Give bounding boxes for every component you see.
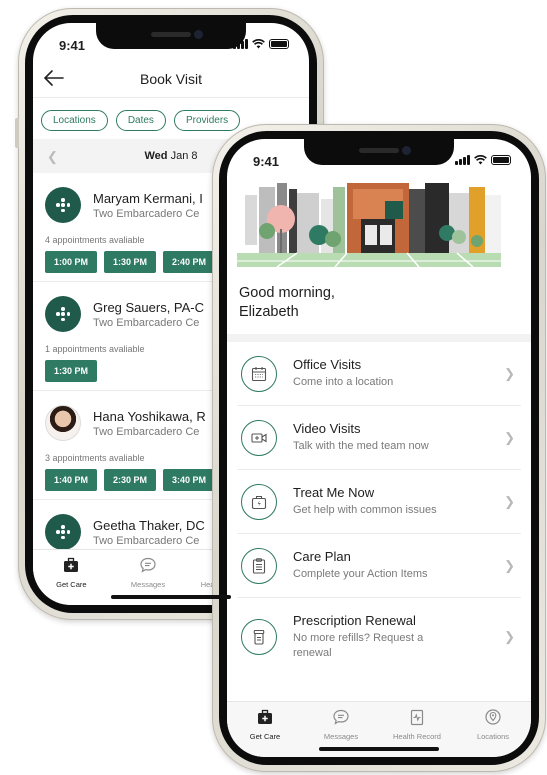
chevron-right-icon: ❯ <box>504 557 515 573</box>
greeting: Good morning, Elizabeth <box>227 278 531 334</box>
signal-icon <box>455 155 470 165</box>
provider-name: Hana Yoshikawa, R <box>93 408 206 424</box>
chevron-right-icon: ❯ <box>504 629 515 644</box>
battery-icon <box>269 39 289 49</box>
menu-item-office-visits[interactable]: Office Visits Come into a location ❯ <box>237 342 521 406</box>
video-icon <box>251 432 267 443</box>
menu-item-subtitle: Complete your Action Items <box>293 568 428 580</box>
provider-location: Two Embarcadero Ce <box>93 425 200 438</box>
nav-header: Book Visit <box>33 63 309 97</box>
time-slot-button[interactable]: 1:00 PM <box>45 251 97 273</box>
filter-chip-locations[interactable]: Locations <box>41 110 108 131</box>
city-illustration <box>237 183 501 268</box>
tab-label: Locations <box>476 732 510 741</box>
status-icons <box>455 155 511 165</box>
phone-home: 9:41 Good morning, Elizabeth Office Visi… <box>212 124 546 772</box>
health-record-icon <box>410 709 424 726</box>
provider-logo-icon <box>45 296 81 332</box>
tab-label: Messages <box>323 732 359 741</box>
pill-bottle-icon <box>253 629 265 645</box>
home-screen: 9:41 Good morning, Elizabeth Office Visi… <box>227 139 531 757</box>
provider-location: Two Embarcadero Ce <box>93 534 200 547</box>
chat-bubble-icon <box>333 709 349 725</box>
date-day: Jan 8 <box>170 150 198 162</box>
medkit-icon <box>251 495 267 509</box>
provider-location: Two Embarcadero Ce <box>93 207 200 220</box>
menu-item-title: Prescription Renewal <box>293 613 416 628</box>
tab-get-care[interactable]: Get Care <box>33 550 110 605</box>
menu-item-title: Office Visits <box>293 357 362 372</box>
section-divider <box>227 334 531 342</box>
time-slot-button[interactable]: 3:40 PM <box>163 469 215 491</box>
menu-item-video-visits[interactable]: Video Visits Talk with the med team now … <box>237 406 521 470</box>
menu-item-care-plan[interactable]: Care Plan Complete your Action Items ❯ <box>237 534 521 598</box>
menu-item-title: Care Plan <box>293 549 351 564</box>
filter-chip-providers[interactable]: Providers <box>173 110 241 131</box>
tab-label: Get Care <box>56 580 87 589</box>
provider-name: Greg Sauers, PA-C <box>93 299 205 315</box>
notch <box>304 139 454 165</box>
provider-logo-icon <box>45 514 81 550</box>
clipboard-icon <box>252 557 266 574</box>
calendar-icon <box>251 366 267 381</box>
menu-item-subtitle: No more refills? Request a renewal <box>293 632 424 659</box>
time-slot-button[interactable]: 1:30 PM <box>104 251 156 273</box>
medkit-icon <box>64 557 79 572</box>
provider-name: Maryam Kermani, I <box>93 190 203 206</box>
time-slot-button[interactable]: 1:30 PM <box>45 360 97 382</box>
time-slot-button[interactable]: 2:40 PM <box>163 251 215 273</box>
provider-name: Geetha Thaker, DC <box>93 517 205 533</box>
greeting-line-1: Good morning, <box>239 285 335 301</box>
home-indicator <box>319 747 439 751</box>
status-time: 9:41 <box>253 154 280 169</box>
battery-icon <box>491 155 511 165</box>
time-slot-button[interactable]: 2:30 PM <box>104 469 156 491</box>
menu-item-title: Treat Me Now <box>293 485 375 500</box>
wifi-icon <box>252 39 265 49</box>
notch <box>96 23 246 49</box>
menu-item-prescription-renewal[interactable]: Prescription Renewal No more refills? Re… <box>237 598 521 676</box>
chat-bubble-icon <box>140 557 156 573</box>
filter-chip-dates[interactable]: Dates <box>115 110 166 131</box>
medkit-icon <box>258 709 272 724</box>
home-indicator <box>111 595 231 599</box>
tab-label: Get Care <box>249 732 281 741</box>
location-pin-icon <box>485 709 501 725</box>
status-time: 9:41 <box>59 38 86 53</box>
menu-item-subtitle: Talk with the med team now <box>293 440 429 452</box>
menu-item-subtitle: Come into a location <box>293 376 394 388</box>
date-weekday: Wed <box>144 150 168 162</box>
volume-button <box>15 118 19 148</box>
provider-location: Two Embarcadero Ce <box>93 316 200 329</box>
care-menu: Office Visits Come into a location ❯ Vid… <box>227 342 531 676</box>
menu-item-subtitle: Get help with common issues <box>293 504 437 516</box>
chevron-right-icon: ❯ <box>504 365 515 381</box>
tab-locations[interactable]: Locations <box>455 702 531 757</box>
tab-label: Messages <box>130 580 166 589</box>
provider-logo-icon <box>45 187 81 223</box>
menu-item-treat-me-now[interactable]: Treat Me Now Get help with common issues… <box>237 470 521 534</box>
menu-item-title: Video Visits <box>293 421 361 436</box>
tab-label: Health Record <box>393 732 441 741</box>
wifi-icon <box>474 155 487 165</box>
provider-photo-avatar <box>45 405 81 441</box>
greeting-name: Elizabeth <box>239 304 299 320</box>
page-title: Book Visit <box>140 71 202 87</box>
chevron-right-icon: ❯ <box>504 429 515 445</box>
tab-get-care[interactable]: Get Care <box>227 702 303 757</box>
chevron-right-icon: ❯ <box>504 493 515 509</box>
time-slot-button[interactable]: 1:40 PM <box>45 469 97 491</box>
